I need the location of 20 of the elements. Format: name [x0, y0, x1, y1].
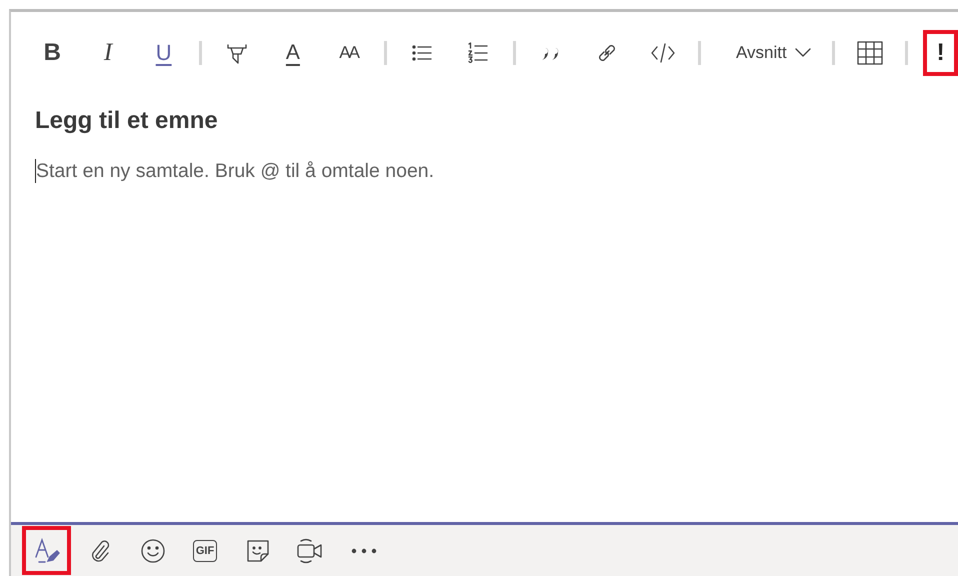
bulleted-list-icon — [411, 43, 434, 63]
underline-button[interactable]: U — [143, 33, 184, 73]
important-button[interactable]: ! — [923, 30, 958, 76]
chevron-down-icon — [794, 48, 811, 58]
message-field[interactable]: Start en ny samtale. Bruk @ til å omtale noen. — [36, 156, 736, 186]
bold-button[interactable]: B — [32, 33, 73, 73]
smiley-icon — [140, 538, 166, 564]
font-color-button[interactable]: A — [272, 33, 314, 73]
more-icon — [350, 548, 376, 554]
numbered-list-icon — [466, 42, 489, 64]
italic-button[interactable]: I — [88, 33, 128, 73]
highlighter-icon — [226, 42, 248, 64]
code-icon — [650, 42, 676, 64]
sticker-icon — [244, 538, 270, 564]
font-size-button[interactable]: AA — [328, 33, 369, 73]
text-pen-icon — [32, 536, 60, 564]
paragraph-dropdown[interactable]: Avsnitt — [716, 33, 817, 73]
gif-button[interactable]: GIF — [193, 540, 217, 562]
subject-field[interactable]: Legg til et emne — [35, 104, 635, 138]
table-icon — [856, 41, 883, 65]
